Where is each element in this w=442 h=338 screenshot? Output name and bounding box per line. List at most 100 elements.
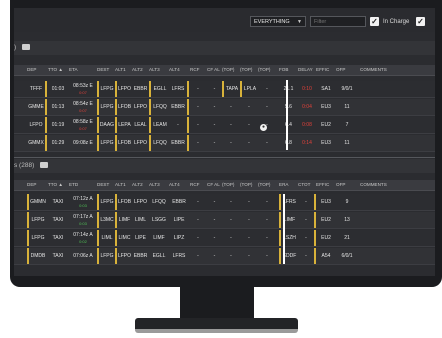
table-cell: LIPE (173, 217, 185, 223)
table-cell: LFOB (115, 135, 132, 151)
column-header[interactable]: (TOP) (240, 180, 252, 190)
column-header[interactable]: DEST (97, 180, 109, 190)
column-header[interactable]: EFFIC (316, 180, 329, 190)
table-cell: - (197, 235, 199, 241)
delay-sub-label: 0:07 (79, 90, 87, 95)
column-header[interactable]: (TOP) (240, 65, 252, 75)
column-header[interactable]: OFP (336, 180, 345, 190)
table-cell: 08:54z E 0:07 (69, 99, 97, 115)
column-header[interactable]: ETA (69, 65, 78, 75)
column-header[interactable]: OFP (336, 65, 345, 75)
column-header[interactable]: FOB (279, 65, 288, 75)
column-header[interactable]: ALT4 (169, 180, 180, 190)
table-cell: - (197, 217, 199, 223)
table-cell: 01:19 (51, 122, 65, 128)
table-cell (360, 194, 420, 210)
column-header[interactable]: ERA (279, 180, 288, 190)
column-header[interactable]: DEST (97, 65, 109, 75)
table-cell: LFPG (27, 212, 47, 228)
column-header[interactable]: CTOT (298, 180, 310, 190)
table-cell: EU2 (321, 122, 331, 128)
table-row[interactable]: TFFF 01:03 08:53z E 0:07 LFPG LFPO EBBR EGLL LFR… (14, 81, 435, 98)
table-cell: 6.4 (285, 122, 292, 128)
table-row[interactable]: LFPG TAXI 07:17z A 0:03 L3MC LIMF LIML LSGG LIPE… (14, 212, 435, 229)
table-row[interactable]: DMDB TAXI 07:06z A LFPG LFPO EBBR EGLL LFRS - - - -… (14, 248, 435, 265)
table-cell: LFPO (115, 81, 132, 97)
mail-icon[interactable] (21, 44, 30, 51)
table-cell: - (213, 104, 216, 110)
table-cell: LIMF (115, 212, 132, 228)
column-header[interactable]: ETD (69, 180, 78, 190)
column-header[interactable]: TTO ▲ (48, 65, 63, 75)
column-header[interactable]: DEP (27, 180, 36, 190)
table-cell: - (213, 140, 216, 146)
column-header[interactable]: CF AL (207, 65, 220, 75)
table-cell: 01:03 (51, 86, 65, 92)
column-header[interactable]: (TOP) (222, 65, 234, 75)
table-cell: - (266, 104, 268, 110)
table-cell: LFRS (279, 194, 298, 210)
table-cell: LFOB (115, 99, 132, 115)
column-header[interactable]: COMMENTS (360, 180, 387, 190)
delay-sub-label: 0:03 (79, 203, 87, 208)
table-cell: - (230, 104, 232, 110)
table-cell: - (169, 117, 189, 133)
table-cell: GMMX (27, 135, 47, 151)
column-header[interactable]: CF AL (207, 180, 220, 190)
column-header[interactable]: EFFIC (316, 65, 329, 75)
table-cell (360, 81, 420, 97)
table-cell: - (230, 199, 232, 205)
table-cell: TFFF (27, 81, 47, 97)
table-cell: - (248, 140, 250, 146)
table-cell: LIML (97, 230, 115, 246)
column-header[interactable]: DEP (27, 65, 36, 75)
table-cell: - (248, 199, 250, 205)
column-header[interactable]: RCF (190, 180, 199, 190)
table-cell: 13 (344, 217, 350, 223)
info-badge-icon[interactable]: ● (260, 124, 267, 131)
column-header[interactable]: ALT4 (169, 65, 180, 75)
column-header[interactable]: ALT3 (149, 180, 160, 190)
monitor-stand (180, 287, 254, 320)
column-header[interactable]: (TOP) (258, 65, 270, 75)
table-cell: EU3 (321, 104, 331, 110)
column-header[interactable]: ALT3 (149, 65, 160, 75)
column-header[interactable]: (TOP) (222, 180, 234, 190)
section-count-2: s (288) (14, 162, 35, 169)
mail-icon[interactable] (40, 162, 49, 169)
table-cell: EBBR (172, 199, 186, 205)
in-charge-checkbox[interactable]: ✓ (370, 17, 379, 26)
table-cell: SA1 (321, 86, 331, 92)
column-header[interactable]: COMMENTS (360, 65, 387, 75)
table-row[interactable]: GMME 01:13 08:54z E 0:07 LFPG LFOB LFPO LFQQ EBB… (14, 99, 435, 116)
table-cell: LEAM (149, 117, 169, 133)
table-row[interactable]: LFPG TAXI 07:14z A 0:02 LIML LIMC LIPE LIMF LIPZ… (14, 230, 435, 247)
table-row[interactable]: GMMN TAXI 07:12z A 0:03 LFPG LFOB LFPO LFQQ EBBR… (14, 194, 435, 211)
delay-sub-label: 0:03 (79, 221, 87, 226)
chevron-down-icon: ▼ (297, 19, 302, 25)
column-header[interactable]: ALT2 (132, 65, 143, 75)
table-cell: EBBR (169, 135, 189, 151)
column-header-row-1: DEP TTO ▲ ETA DEST ALT1 ALT2 ALT3 ALT4 RCF CF AL(… (14, 65, 435, 76)
table-cell: 01:29 (51, 140, 65, 146)
table-cell: - (298, 230, 316, 246)
view-select[interactable]: EVERYTHING ▼ (250, 16, 306, 27)
column-header[interactable]: ALT1 (115, 65, 126, 75)
table-cell: EBBR (133, 253, 148, 259)
table-cell: 5.6 (285, 104, 292, 110)
column-header[interactable]: RCF (190, 65, 199, 75)
table-row[interactable]: GMMX 01:29 09:08z E LFPG LFOB LFPO LFQQ EBBR - - -… (14, 135, 435, 152)
table-cell: 09:08z E (73, 140, 93, 146)
column-header[interactable]: (TOP) (258, 180, 270, 190)
secondary-checkbox[interactable]: ✓ (416, 17, 425, 26)
column-header[interactable]: TTO ▲ (48, 180, 63, 190)
table-cell: LFPO (133, 140, 148, 146)
filter-input[interactable] (310, 16, 366, 27)
table-cell: LFQQ (149, 99, 169, 115)
table-row[interactable]: LFPO 01:19 08:58z E 0:07 DAAG LEPA LEAL LEAM - - -… (14, 117, 435, 134)
column-header[interactable]: ALT2 (132, 180, 143, 190)
table-cell: TAXI (52, 253, 64, 259)
column-header[interactable]: ALT1 (115, 180, 126, 190)
column-header[interactable]: DELAY (298, 65, 313, 75)
table-cell: LEPA (115, 117, 132, 133)
